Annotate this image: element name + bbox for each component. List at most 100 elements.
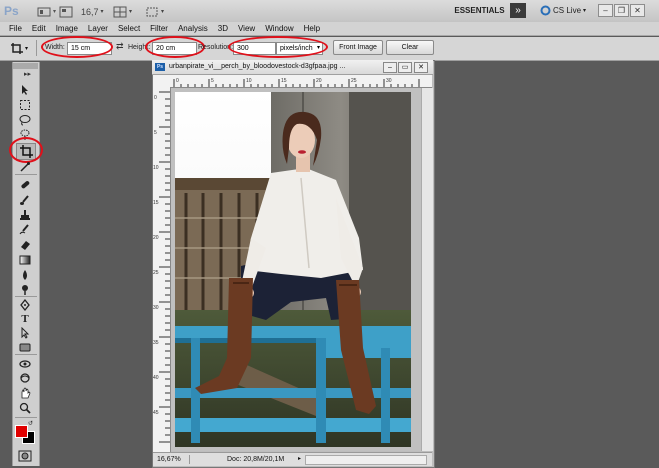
menu-image[interactable]: Image (51, 22, 83, 36)
bridge-icon (37, 7, 51, 16)
healing-brush-icon (21, 181, 30, 189)
hand-icon (21, 387, 31, 399)
history-brush-icon (19, 224, 29, 235)
mini-bridge-icon (59, 6, 73, 17)
blur-drop-icon (23, 270, 27, 280)
workspace-more-button[interactable]: » (510, 3, 526, 18)
horizontal-scrollbar[interactable] (305, 455, 427, 465)
ruler-tick-label: 25 (351, 78, 357, 84)
document-close-button[interactable]: ✕ (414, 62, 428, 73)
gradient-icon (19, 255, 31, 265)
document-maximize-button[interactable]: ▭ (398, 62, 412, 73)
ruler-tick-label: 10 (246, 78, 252, 84)
healing-brush-tool[interactable] (16, 178, 34, 193)
ruler-tick-label: 35 (153, 340, 159, 346)
foreground-color-swatch[interactable] (15, 425, 28, 438)
workspace-switcher[interactable]: ESSENTIALS (452, 4, 507, 18)
ruler-tick-label: 15 (281, 78, 287, 84)
tools-panel-grip[interactable] (13, 63, 38, 69)
document-size-info: Doc: 20,8M/20,1M (227, 456, 285, 463)
cs-live-button[interactable]: CS Live ▾ (540, 3, 586, 18)
collapse-panel-icon[interactable]: ▸▸ (24, 70, 31, 78)
eraser-icon (21, 241, 30, 250)
divider (15, 174, 37, 175)
chevron-down-icon: ▾ (129, 9, 133, 15)
move-tool[interactable] (16, 83, 34, 98)
ruler-tick-label: 30 (153, 305, 159, 311)
menu-window[interactable]: Window (260, 22, 298, 36)
canvas-area[interactable] (171, 88, 421, 451)
divider (15, 296, 37, 297)
menu-3d[interactable]: 3D (213, 22, 233, 36)
swap-dimensions-icon[interactable]: ⇄ (116, 41, 124, 52)
minimize-button[interactable]: – (598, 4, 613, 17)
type-tool[interactable]: T (16, 312, 34, 327)
document-title-bar[interactable]: Ps urbanpirate_vi__perch_by_bloodovestoc… (152, 60, 433, 75)
application-bar: Ps ▾ 16,7 ▾ ▾ ▾ ESSENTIALS » CS Live ▾ –… (0, 0, 659, 23)
eraser-tool[interactable] (16, 238, 34, 253)
document-photo (175, 92, 411, 447)
clear-button[interactable]: Clear (386, 40, 434, 55)
menu-edit[interactable]: Edit (27, 22, 51, 36)
3d-rotate-tool[interactable] (16, 357, 34, 372)
arrange-documents-button[interactable]: ▾ (112, 3, 133, 20)
clone-stamp-tool[interactable] (16, 208, 34, 223)
screen-mode-button[interactable]: ▾ (144, 3, 165, 20)
vertical-ruler[interactable]: 0 5 10 15 20 25 30 35 40 45 (153, 87, 171, 452)
ruler-tick-label: 20 (153, 235, 159, 241)
crop-icon (19, 145, 33, 158)
menu-layer[interactable]: Layer (83, 22, 113, 36)
swap-colors-icon[interactable]: ↺ (28, 420, 33, 427)
path-selection-tool[interactable] (16, 326, 34, 341)
bridge-button[interactable]: ▾ (36, 3, 57, 20)
menu-help[interactable]: Help (299, 22, 325, 36)
menu-file[interactable]: File (4, 22, 27, 36)
document-minimize-button[interactable]: – (383, 62, 397, 73)
lasso-tool[interactable] (16, 113, 34, 128)
crop-tool[interactable] (16, 143, 36, 160)
menu-select[interactable]: Select (113, 22, 145, 36)
zoom-icon (19, 402, 31, 414)
quick-selection-tool[interactable] (16, 128, 34, 143)
zoom-level-dropdown[interactable]: 16,7 ▾ (80, 3, 105, 20)
pen-tool[interactable] (16, 298, 34, 313)
menu-filter[interactable]: Filter (145, 22, 173, 36)
path-selection-icon (21, 327, 30, 339)
ruler-tick-label: 0 (176, 78, 179, 84)
resolution-unit-select[interactable]: pixels/inch ▾ (276, 42, 323, 55)
pen-icon (20, 299, 30, 311)
vertical-scrollbar[interactable] (421, 88, 433, 451)
zoom-tool[interactable] (16, 401, 34, 416)
marquee-tool[interactable] (16, 98, 34, 113)
close-button[interactable]: ✕ (630, 4, 645, 17)
height-label: Height: (128, 44, 151, 51)
menu-view[interactable]: View (233, 22, 260, 36)
shape-tool[interactable] (16, 340, 34, 355)
zoom-percent[interactable]: 16,67% (157, 453, 181, 466)
quick-mask-button[interactable] (17, 450, 33, 462)
restore-button[interactable]: ❐ (614, 4, 629, 17)
gradient-tool[interactable] (16, 253, 34, 268)
divider (15, 354, 37, 355)
horizontal-ruler[interactable]: 0 5 10 15 20 25 30 (170, 75, 432, 88)
resolution-unit-value: pixels/inch (280, 45, 313, 52)
blur-tool[interactable] (16, 268, 34, 283)
status-info-arrow-icon[interactable]: ▸ (298, 453, 301, 466)
ruler-tick-label: 30 (386, 78, 392, 84)
hand-tool[interactable] (16, 386, 34, 401)
eyedropper-tool[interactable] (16, 160, 34, 175)
front-image-button[interactable]: Front Image (333, 40, 383, 55)
menu-analysis[interactable]: Analysis (173, 22, 213, 36)
brush-tool[interactable] (16, 193, 34, 208)
resolution-input[interactable]: 300 (233, 42, 276, 55)
crop-tool-icon (11, 43, 23, 54)
history-brush-tool[interactable] (16, 223, 34, 238)
chevron-down-icon: ▾ (100, 9, 104, 15)
mini-bridge-button[interactable] (58, 3, 74, 20)
3d-orbit-tool[interactable] (16, 371, 34, 386)
tool-preset-picker[interactable]: ▾ (10, 41, 32, 56)
rectangle-shape-icon (19, 343, 31, 352)
height-input[interactable]: 20 cm (152, 42, 197, 55)
ruler-tick-label: 0 (154, 95, 157, 101)
width-input[interactable]: 15 cm (67, 42, 112, 55)
